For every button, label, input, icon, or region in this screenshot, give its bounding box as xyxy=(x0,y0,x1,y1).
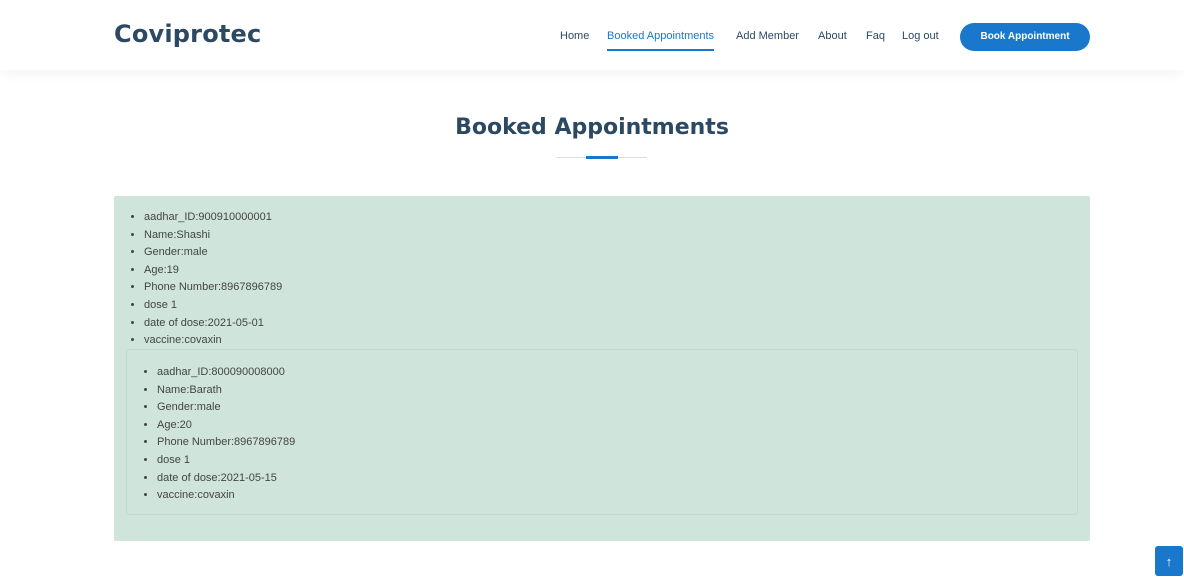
site-header: Coviprotec Home Booked Appointments Add … xyxy=(0,0,1184,70)
nav-home[interactable]: Home xyxy=(560,30,589,42)
list-item: vaccine:covaxin xyxy=(157,487,295,505)
list-item: Phone Number:8967896789 xyxy=(157,434,295,452)
appointments-card: aadhar_ID:900910000001 Name:Shashi Gende… xyxy=(114,196,1090,541)
list-item: vaccine:covaxin xyxy=(144,332,282,350)
list-item: dose 1 xyxy=(144,297,282,315)
page-title: Booked Appointments xyxy=(455,115,729,140)
main-nav: Home Booked Appointments Add Member Abou… xyxy=(0,0,1184,70)
list-item: date of dose:2021-05-01 xyxy=(144,315,282,333)
list-item: Gender:male xyxy=(144,244,282,262)
book-appointment-button[interactable]: Book Appointment xyxy=(960,23,1090,51)
list-item: aadhar_ID:800090008000 xyxy=(157,364,295,382)
list-item: Name:Barath xyxy=(157,382,295,400)
nav-booked-appointments[interactable]: Booked Appointments xyxy=(607,30,715,51)
nav-log-out[interactable]: Log out xyxy=(902,30,939,42)
nav-about[interactable]: About xyxy=(818,30,847,42)
list-item: date of dose:2021-05-15 xyxy=(157,470,295,488)
list-item: Phone Number:8967896789 xyxy=(144,279,282,297)
list-item: Age:19 xyxy=(144,262,282,280)
appointment-list: aadhar_ID:900910000001 Name:Shashi Gende… xyxy=(144,209,282,350)
title-divider-accent xyxy=(586,156,618,159)
nested-appointment: aadhar_ID:800090008000 Name:Barath Gende… xyxy=(126,349,1078,515)
arrow-up-icon: ↑ xyxy=(1165,553,1173,569)
list-item: dose 1 xyxy=(157,452,295,470)
back-to-top-button[interactable]: ↑ xyxy=(1155,546,1183,576)
list-item: aadhar_ID:900910000001 xyxy=(144,209,282,227)
list-item: Gender:male xyxy=(157,399,295,417)
nested-appointment-list: aadhar_ID:800090008000 Name:Barath Gende… xyxy=(157,364,295,505)
list-item: Age:20 xyxy=(157,417,295,435)
nav-faq[interactable]: Faq xyxy=(866,30,885,42)
nav-add-member[interactable]: Add Member xyxy=(736,30,799,42)
list-item: Name:Shashi xyxy=(144,227,282,245)
